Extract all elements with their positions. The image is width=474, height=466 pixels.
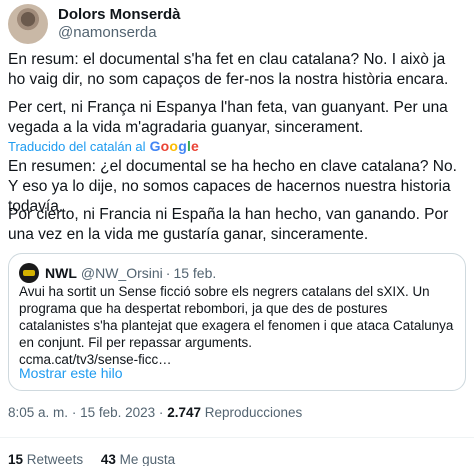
tweet-time[interactable]: 8:05 a. m.: [8, 405, 68, 420]
quoted-tweet-body: Avui ha sortit un Sense ficció sobre els…: [19, 284, 454, 350]
quoted-author-name: NWL: [45, 265, 77, 281]
retweets-stat[interactable]: 15 Retweets: [8, 452, 87, 466]
quoted-tweet-header: NWL @NW_Orsini · 15 feb.: [19, 263, 216, 283]
tweet-stats: 15 Retweets 43 Me gusta: [8, 452, 189, 466]
divider: [0, 437, 474, 438]
quoted-tweet-date: 15 feb.: [173, 265, 217, 281]
tweet-header: Dolors Monserdà @namonserda: [8, 3, 181, 45]
tweet-meta: 8:05 a. m. · 15 feb. 2023 · 2.747 Reprod…: [8, 405, 302, 420]
quoted-tweet-text: Avui ha sortit un Sense ficció sobre els…: [19, 283, 459, 368]
retweets-count: 15: [8, 452, 24, 466]
translation-notice[interactable]: Traducido del catalán al Google: [8, 138, 199, 154]
views-count: 2.747: [167, 405, 201, 420]
author-display-name[interactable]: Dolors Monserdà: [58, 6, 181, 24]
author-names: Dolors Monserdà @namonserda: [58, 6, 181, 42]
likes-count: 43: [100, 452, 116, 466]
tweet-original-paragraph-1: En resum: el documental s'ha fet en clau…: [8, 51, 449, 88]
tweet-original-paragraph-2: Per cert, ni França ni Espanya l'han fet…: [8, 99, 448, 136]
meta-dot: ·: [71, 405, 77, 420]
tweet-date[interactable]: 15 feb. 2023: [80, 405, 155, 420]
quoted-tweet-card[interactable]: NWL @NW_Orsini · 15 feb. Avui ha sortit …: [8, 253, 466, 391]
quoted-author-avatar: [19, 263, 39, 283]
likes-label: Me gusta: [119, 452, 176, 466]
retweets-label: Retweets: [26, 452, 84, 466]
views-label: Reproducciones: [204, 405, 303, 420]
tweet-translated-paragraph-2: Por cierto, ni Francia ni España la han …: [8, 206, 449, 243]
author-avatar[interactable]: [8, 4, 48, 44]
quoted-separator: ·: [165, 265, 171, 281]
quoted-author-handle: @NW_Orsini: [80, 265, 163, 281]
author-handle[interactable]: @namonserda: [58, 24, 181, 42]
meta-dot-2: ·: [158, 405, 164, 420]
likes-stat[interactable]: 43 Me gusta: [101, 452, 175, 466]
translation-label: Traducido del catalán al: [8, 138, 146, 154]
google-logo: Google: [149, 138, 200, 154]
show-thread-link[interactable]: Mostrar este hilo: [19, 365, 122, 381]
